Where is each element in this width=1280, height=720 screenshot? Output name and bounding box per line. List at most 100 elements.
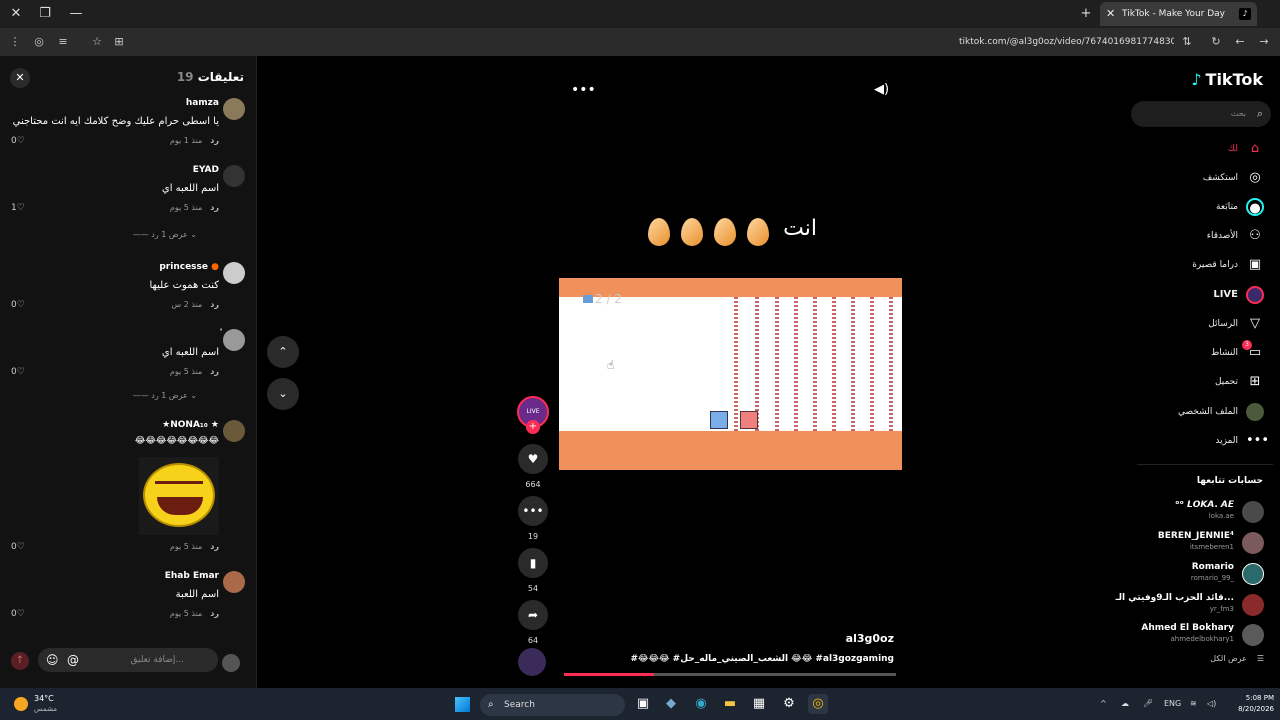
windows-start-icon[interactable]	[455, 697, 470, 712]
taskbar-search[interactable]: ⌕ Search	[480, 694, 625, 716]
task-view-icon[interactable]: ▣	[633, 694, 653, 714]
restore-window-icon[interactable]: ❐	[35, 4, 55, 24]
video-author[interactable]: al3g0oz	[800, 632, 894, 645]
comment-input[interactable]: ☺ @ إضافة تعليق...	[38, 648, 218, 672]
translate-icon[interactable]: ⊞	[110, 33, 128, 51]
chrome-icon[interactable]: ◎	[808, 694, 828, 714]
store-icon[interactable]: ▦	[749, 694, 769, 714]
comment-meta: ردمنذ 2 س	[171, 300, 219, 309]
heart-icon[interactable]: ♡	[17, 300, 25, 310]
comment-author[interactable]: hamza	[186, 98, 219, 108]
tiktok-logo[interactable]: ♪ TikTok	[1191, 70, 1263, 89]
reload-icon[interactable]: ↻	[1207, 33, 1225, 51]
show-all-link[interactable]: عرض الكل ☰	[1210, 654, 1264, 663]
back-icon[interactable]: →	[1255, 33, 1273, 51]
more-options-icon[interactable]: •••	[571, 82, 596, 98]
view-replies-link[interactable]: —— عرض 1 رد ⌄	[133, 230, 197, 239]
close-tab-icon[interactable]: ✕	[1106, 2, 1115, 26]
heart-icon[interactable]: ♡	[17, 609, 25, 619]
forward-icon[interactable]: ←	[1231, 33, 1249, 51]
comment-item: princesse ● كنت هموت عليها ردمنذ 2 س 0♡	[0, 262, 257, 312]
heart-icon[interactable]: ♡	[17, 542, 25, 552]
following-account[interactable]: ᵒᵒ 𝙇𝙊𝙆𝘼. 𝘼𝙀 loka.ae	[1114, 499, 1264, 525]
avatar[interactable]	[223, 420, 245, 442]
cloud-icon[interactable]: ☁	[1121, 688, 1129, 720]
following-account[interactable]: قائد الحزب الـ9وفيتي الـ... yr_fm3	[1114, 592, 1264, 618]
like-count[interactable]: 1♡	[11, 203, 25, 213]
comment-author[interactable]: princesse ●	[159, 262, 219, 272]
follow-plus-icon[interactable]: +	[526, 420, 540, 434]
clock[interactable]: 5:08 PM 8/20/2026	[1226, 693, 1274, 715]
view-replies-link[interactable]: —— عرض 1 رد ⌄	[133, 391, 197, 400]
speaker-icon[interactable]: ◀)	[874, 82, 889, 97]
like-action[interactable]: ♥ 664	[517, 444, 549, 489]
bookmark-icon[interactable]: ▮	[518, 548, 548, 578]
reply-link[interactable]: رد	[210, 300, 219, 309]
menu-icon[interactable]: ⋮	[6, 33, 24, 51]
tray-chevron-icon[interactable]: ^	[1100, 688, 1107, 720]
heart-icon[interactable]: ♡	[17, 367, 25, 377]
comment-action[interactable]: ••• 19	[517, 496, 549, 541]
comment-author[interactable]: EYAD	[193, 165, 219, 175]
search-icon[interactable]: ⌕	[1257, 107, 1263, 121]
reply-link[interactable]: رد	[210, 609, 219, 618]
avatar[interactable]	[223, 98, 245, 120]
flame-icon: ●	[211, 262, 219, 272]
like-count[interactable]: 0♡	[11, 367, 25, 377]
heart-icon[interactable]: ♡	[17, 203, 25, 213]
save-action[interactable]: ▮ 54	[517, 548, 549, 593]
account-icon[interactable]: ◎	[30, 33, 48, 51]
file-explorer-icon[interactable]: ▬	[720, 694, 740, 714]
site-settings-icon[interactable]: ⇅	[1178, 33, 1196, 51]
music-avatar[interactable]	[518, 648, 546, 676]
mention-icon[interactable]: @	[67, 652, 79, 668]
reply-link[interactable]: رد	[210, 367, 219, 376]
share-icon[interactable]: ➦	[518, 600, 548, 630]
app-icon[interactable]: ⚙	[779, 694, 799, 714]
reply-link[interactable]: رد	[210, 203, 219, 212]
emoji-icon[interactable]: ☺	[46, 652, 59, 668]
weather-widget[interactable]: 34°C مشمس	[12, 692, 82, 716]
language-indicator[interactable]: ENG	[1164, 688, 1181, 720]
like-count[interactable]: 0♡	[11, 609, 25, 619]
following-account[interactable]: BEREN_JENNIE⁴ itsmeberen1	[1114, 530, 1264, 556]
avatar[interactable]	[223, 262, 245, 284]
avatar[interactable]	[223, 329, 245, 351]
copilot-icon[interactable]: ◆	[661, 694, 681, 714]
volume-icon[interactable]: ◁)	[1207, 688, 1216, 720]
comment-icon[interactable]: •••	[518, 496, 548, 526]
minimize-window-icon[interactable]: —	[66, 4, 86, 24]
like-count[interactable]: 0♡	[11, 300, 25, 310]
following-account[interactable]: Ahmed El Bokhary ahmedelbokhary1	[1114, 622, 1264, 648]
close-comments-button[interactable]: ✕	[10, 68, 30, 88]
following-account[interactable]: Romario romario_99_	[1114, 561, 1264, 587]
bookmark-star-icon[interactable]: ☆	[88, 33, 106, 51]
avatar[interactable]	[223, 571, 245, 593]
comment-author[interactable]: Ehab Emar	[165, 571, 219, 581]
video-progress-bar[interactable]	[564, 673, 896, 676]
wifi-icon[interactable]: ≋	[1190, 688, 1197, 720]
url-field[interactable]: tiktok.com/@al3g0oz/video/76740169817748…	[959, 28, 1174, 56]
share-action[interactable]: ➦ 64	[517, 600, 549, 645]
comment-author[interactable]: ★NONA₁₀ ★	[162, 420, 219, 430]
game-video-frame[interactable]: 2 / 2 ☝	[559, 278, 902, 470]
egg-emoji	[714, 218, 736, 246]
reply-link[interactable]: رد	[210, 136, 219, 145]
search-input[interactable]: بحث ⌕	[1131, 101, 1271, 127]
heart-icon[interactable]: ♡	[17, 136, 25, 146]
avatar[interactable]	[223, 165, 245, 187]
browser-tab[interactable]: ✕ TikTok - Make Your Day ♪	[1100, 2, 1257, 26]
previous-video-button[interactable]: ⌃	[267, 336, 299, 368]
heart-icon[interactable]: ♥	[518, 444, 548, 474]
reply-link[interactable]: رد	[210, 542, 219, 551]
like-count[interactable]: 0♡	[11, 542, 25, 552]
close-window-icon[interactable]: ✕	[6, 4, 26, 24]
microphone-icon[interactable]: 🎤︎	[1143, 688, 1153, 720]
send-comment-button[interactable]: ↑	[11, 652, 29, 670]
tiktok-page: ✕ تعليقات 19 hamza يا اسطى حرام عليك وضح…	[0, 56, 1280, 688]
next-video-button[interactable]: ⌄	[267, 378, 299, 410]
new-tab-icon[interactable]: +	[1076, 4, 1096, 24]
edge-icon[interactable]: ◉	[691, 694, 711, 714]
like-count[interactable]: 0♡	[11, 136, 25, 146]
extensions-icon[interactable]: ≡	[54, 33, 72, 51]
